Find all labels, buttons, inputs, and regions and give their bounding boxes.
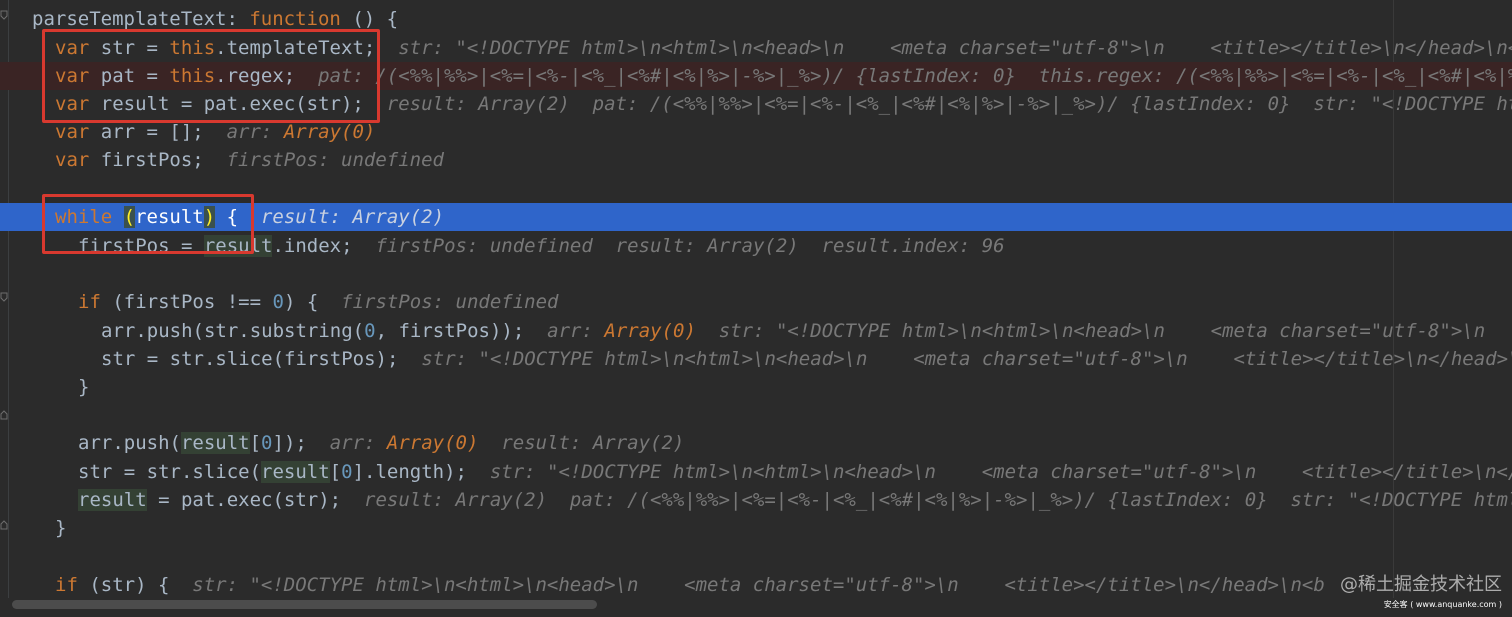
- inline-debug-hint: firstPos: undefined: [341, 291, 559, 313]
- code-line[interactable]: if (str) { str: "<!DOCTYPE html>\n<html>…: [0, 571, 1512, 599]
- code-line[interactable]: str = str.slice(firstPos); str: "<!DOCTY…: [0, 345, 1512, 373]
- inline-debug-hint: str: "<!DOCTYPE html>\n<html>\n<head>\n …: [421, 348, 1512, 370]
- inline-debug-hint: str: "<!DOCTYPE html>\n<html>\n<head>\n …: [489, 461, 1512, 483]
- scrollbar-thumb[interactable]: [12, 600, 597, 609]
- function-name: parseTemplateText: [32, 8, 227, 30]
- watermark-anquanke: 安全客 ( www.anquanke.com ): [1383, 600, 1502, 609]
- inline-debug-hint: arr:: [547, 320, 605, 342]
- code-line[interactable]: str = str.slice(result[0].length); str: …: [0, 458, 1512, 486]
- code-editor[interactable]: parseTemplateText: function () { var str…: [0, 0, 1512, 617]
- inline-debug-hint: pat: /(<%%|%%>|<%=|<%-|<%_|<%#|<%|%>|-%>…: [318, 65, 1512, 87]
- inline-debug-hint: arr:: [226, 121, 284, 143]
- inline-debug-hint: firstPos: undefined: [226, 149, 444, 171]
- annotation-box-while: [42, 194, 254, 254]
- code-line[interactable]: }: [0, 514, 1512, 542]
- inline-debug-hint: str: "<!DOCTYPE html>\n<html>\n<head>\n …: [192, 574, 1325, 596]
- watermark-juejin: @稀土掘金技术社区: [1340, 574, 1502, 595]
- inline-debug-hint: result: Array(2): [260, 206, 445, 228]
- inline-debug-hint: result: Array(2) pat: /(<%%|%%>|<%=|<%-|…: [364, 489, 1512, 511]
- code-line[interactable]: if (firstPos !== 0) { firstPos: undefine…: [0, 288, 1512, 316]
- fold-icon[interactable]: [0, 410, 8, 420]
- inline-debug-hint: firstPos: undefined result: Array(2) res…: [375, 235, 1005, 257]
- code-line[interactable]: result = pat.exec(str); result: Array(2)…: [0, 486, 1512, 514]
- inline-debug-hint: arr:: [329, 432, 387, 454]
- code-line[interactable]: var firstPos; firstPos: undefined: [0, 146, 1512, 174]
- code-line[interactable]: arr.push(result[0]); arr: Array(0) resul…: [0, 429, 1512, 457]
- code-line[interactable]: }: [0, 373, 1512, 401]
- watermark: @稀土掘金技术社区 安全客 ( www.anquanke.com ): [1340, 574, 1502, 611]
- annotation-box-declarations: [42, 29, 380, 123]
- inline-debug-hint: result: Array(2) pat: /(<%%|%%>|<%=|<%-|…: [386, 93, 1512, 115]
- inline-debug-hint: str: "<!DOCTYPE html>\n<html>\n<head>\n …: [398, 37, 1512, 59]
- code-line[interactable]: arr.push(str.substring(0, firstPos)); ar…: [0, 317, 1512, 345]
